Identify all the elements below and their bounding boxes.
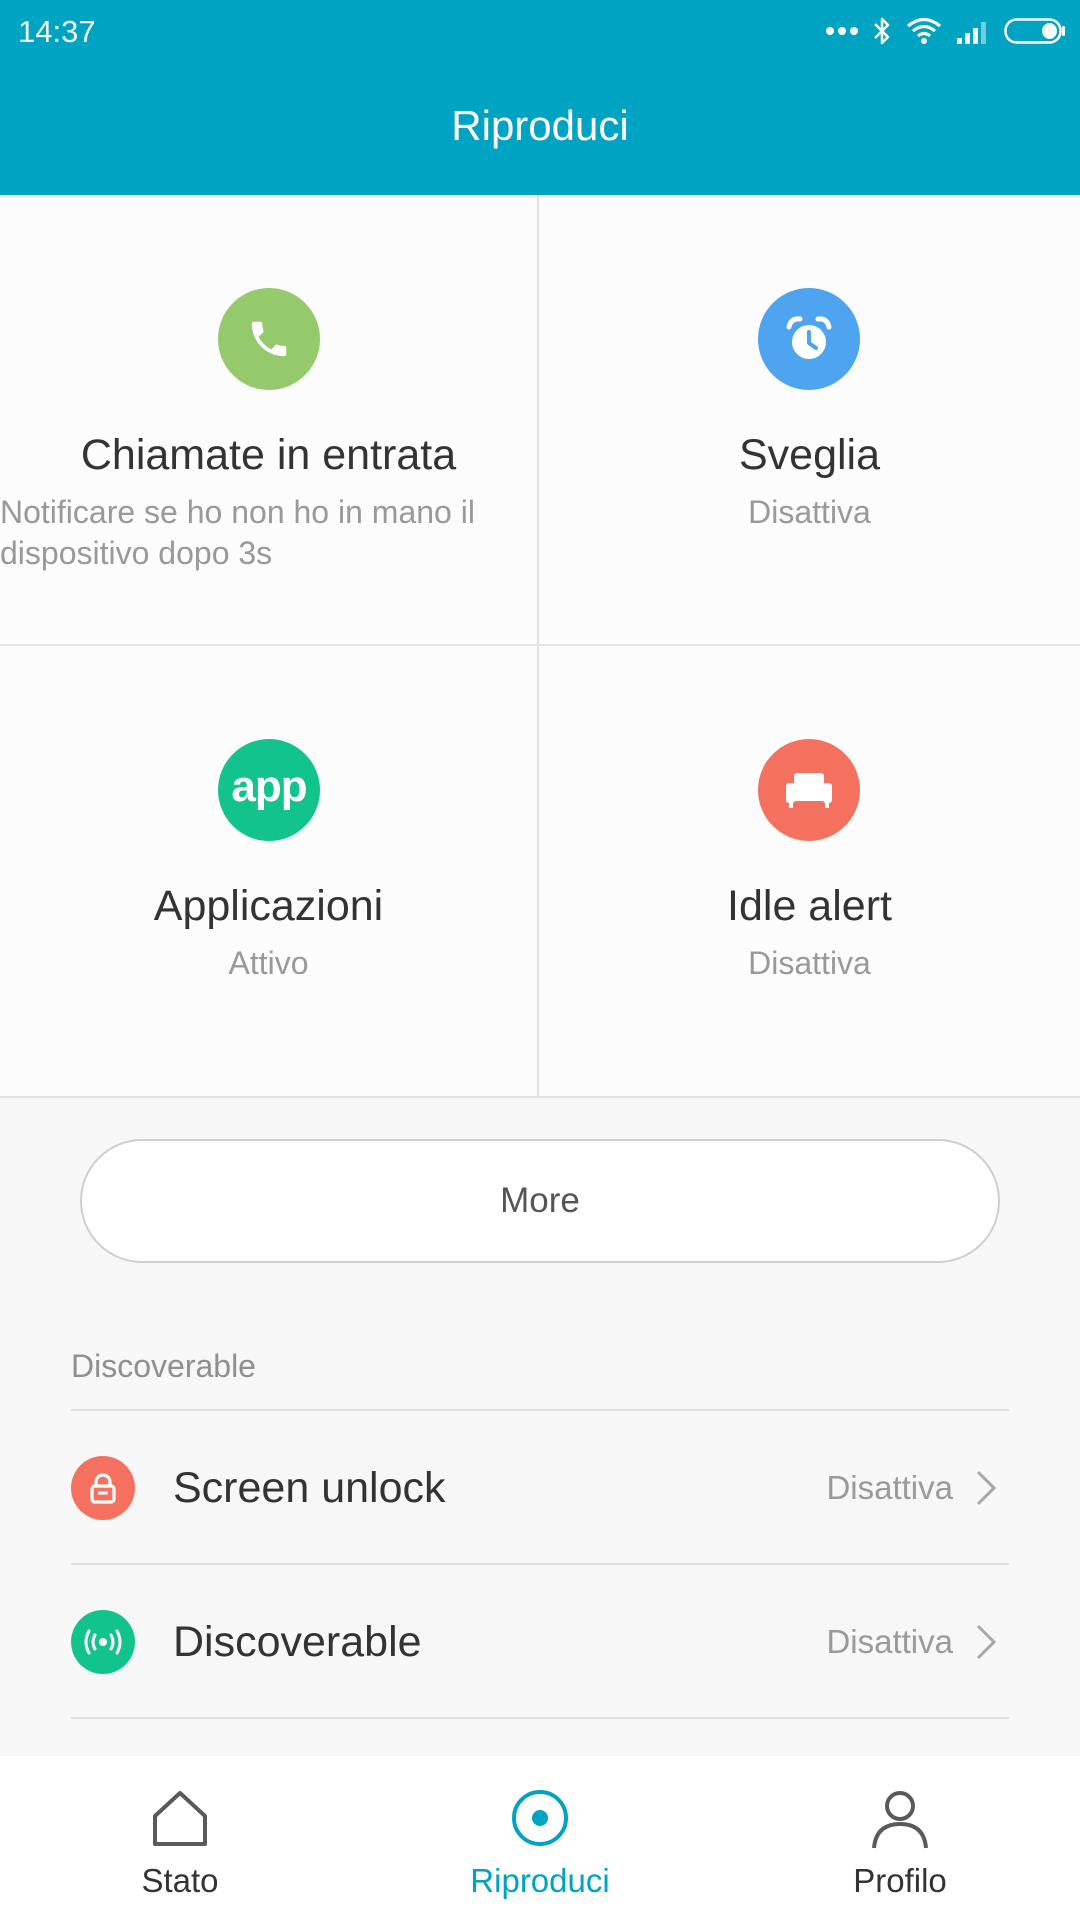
nav-label: Profilo — [853, 1862, 947, 1899]
row-discoverable[interactable]: Discoverable Disattiva — [71, 1566, 1009, 1718]
nav-item-profilo[interactable]: Profilo — [720, 1756, 1080, 1920]
row-label: Discoverable — [173, 1617, 422, 1666]
row-screen-unlock[interactable]: Screen unlock Disattiva — [71, 1412, 1009, 1564]
bluetooth-icon — [872, 16, 892, 46]
alarm-clock-icon — [758, 288, 860, 390]
status-time: 14:37 — [18, 14, 96, 49]
divider — [71, 1717, 1009, 1719]
divider — [71, 1563, 1009, 1565]
tile-title: Applicazioni — [153, 882, 384, 930]
broadcast-icon — [71, 1610, 135, 1674]
tile-alarm[interactable]: Sveglia Disattiva — [539, 195, 1080, 646]
tile-title: Chiamate in entrata — [80, 431, 457, 479]
person-icon — [870, 1788, 930, 1855]
feature-grid: Chiamate in entrata Notificare se ho non… — [0, 195, 1080, 1098]
battery-icon — [1004, 17, 1066, 45]
app-bar: 14:37 Riproduci — [0, 0, 1080, 195]
status-icons — [826, 14, 1066, 48]
signal-icon — [956, 18, 990, 44]
more-button[interactable]: More — [80, 1139, 1000, 1263]
tile-applications[interactable]: app Applicazioni Attivo — [0, 646, 539, 1098]
bottom-nav: Stato Riproduci Profilo — [0, 1756, 1080, 1920]
tile-incoming-calls[interactable]: Chiamate in entrata Notificare se ho non… — [0, 195, 539, 646]
nav-label: Riproduci — [470, 1862, 610, 1899]
wifi-icon — [906, 17, 942, 45]
sofa-icon — [758, 739, 860, 841]
nav-label: Stato — [141, 1862, 219, 1899]
divider — [71, 1409, 1009, 1411]
chevron-right-icon — [975, 1623, 997, 1661]
page-title: Riproduci — [451, 102, 629, 149]
tile-title: Sveglia — [738, 431, 881, 479]
app-icon-text: app — [231, 762, 307, 811]
row-value: Disattiva — [826, 1623, 953, 1660]
tile-idle-alert[interactable]: Idle alert Disattiva — [539, 646, 1080, 1098]
phone-icon — [218, 288, 320, 390]
home-icon — [150, 1788, 210, 1853]
tile-subtitle: Disattiva — [748, 945, 871, 981]
play-target-icon — [510, 1788, 570, 1853]
nav-item-riproduci[interactable]: Riproduci — [360, 1756, 720, 1920]
more-dots-icon — [826, 26, 858, 36]
tile-title: Idle alert — [727, 882, 892, 930]
tile-subtitle: Attivo — [228, 945, 309, 981]
row-label: Screen unlock — [173, 1463, 446, 1512]
app-icon: app — [218, 739, 320, 841]
row-value: Disattiva — [826, 1469, 953, 1506]
section-label: Discoverable — [71, 1348, 256, 1384]
lock-icon — [71, 1456, 135, 1520]
chevron-right-icon — [975, 1469, 997, 1507]
nav-item-stato[interactable]: Stato — [0, 1756, 360, 1920]
tile-subtitle: Disattiva — [748, 494, 871, 530]
tile-subtitle: Notificare se ho non ho in mano il dispo… — [0, 494, 475, 571]
